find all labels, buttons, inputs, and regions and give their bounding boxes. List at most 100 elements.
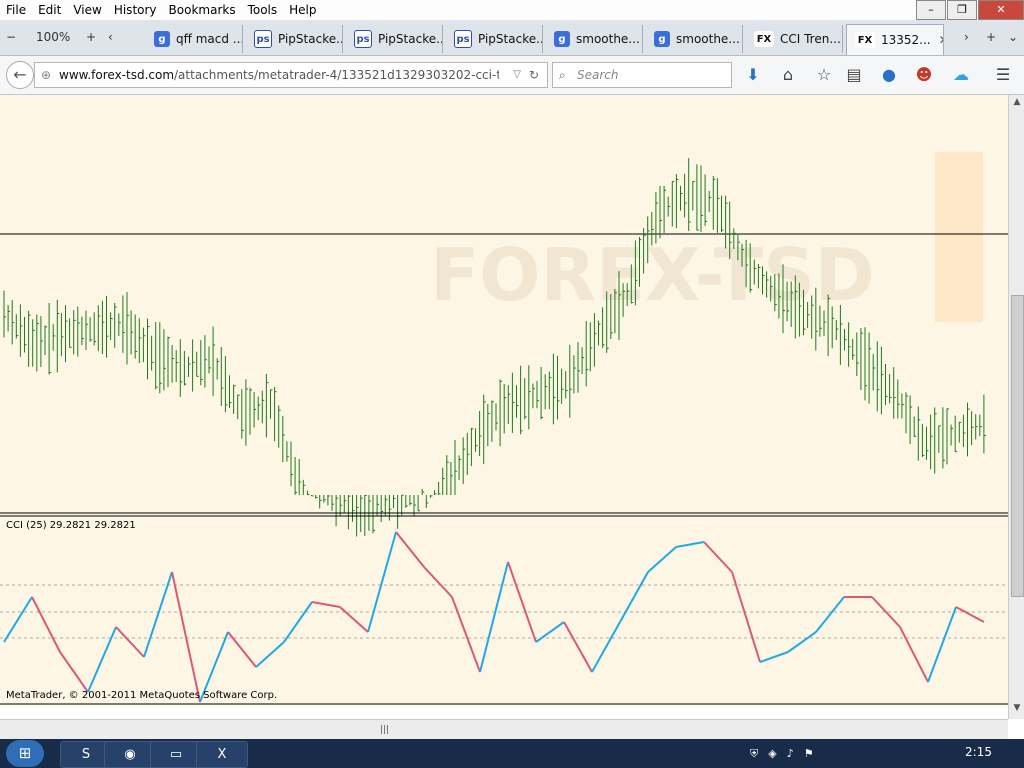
search-input[interactable]: ⌕ Search xyxy=(552,62,732,88)
highlight-box xyxy=(935,152,983,322)
addon-face-icon[interactable]: ☻ xyxy=(913,65,935,85)
home-icon[interactable]: ⌂ xyxy=(777,65,799,85)
cci-segment xyxy=(535,621,565,643)
menu-bookmarks[interactable]: Bookmarks xyxy=(163,3,242,17)
url-bar[interactable]: ⊕ www.forex-tsd.com/attachments/metatrad… xyxy=(34,62,548,88)
clock[interactable]: 2:15 xyxy=(965,745,992,759)
menu-help[interactable]: Help xyxy=(283,3,322,17)
cci-segment xyxy=(955,606,985,623)
menu-view[interactable]: View xyxy=(67,3,107,17)
cci-segment xyxy=(3,596,33,643)
tab-3[interactable]: ps PipStacke... xyxy=(446,25,543,53)
minimize-button[interactable]: – xyxy=(916,0,946,20)
menu-edit[interactable]: Edit xyxy=(32,3,67,17)
cci-segment xyxy=(311,601,341,608)
tab-0[interactable]: g qff macd ... xyxy=(146,25,243,53)
cci-segment xyxy=(367,531,397,633)
cci-segment xyxy=(171,571,201,703)
bookmark-star-icon[interactable]: ☆ xyxy=(813,65,835,85)
addon-icon[interactable]: ● xyxy=(878,65,900,85)
url-text[interactable]: www.forex-tsd.com/attachments/metatrader… xyxy=(59,63,499,87)
tab-2[interactable]: ps PipStacke... xyxy=(346,25,443,53)
taskbar-folder[interactable]: ▭ xyxy=(150,741,202,768)
menu-tools[interactable]: Tools xyxy=(242,3,284,17)
start-button[interactable]: ⊞ xyxy=(6,740,44,767)
cci-segment xyxy=(899,626,929,683)
reload-icon[interactable]: ↻ xyxy=(529,63,539,87)
cci-segment xyxy=(619,571,649,623)
volume-icon[interactable]: ♪ xyxy=(787,747,794,760)
cci-segment xyxy=(703,541,733,573)
zoom-plus-icon[interactable]: + xyxy=(86,27,96,47)
hamburger-menu-icon[interactable]: ☰ xyxy=(992,65,1014,85)
vertical-scroll-thumb[interactable] xyxy=(1011,295,1024,597)
indicator-label: CCI (25) 29.2821 29.2821 xyxy=(6,520,136,531)
tab-5[interactable]: g smoothe... xyxy=(646,25,743,53)
cci-segment xyxy=(87,626,117,693)
cci-segment xyxy=(115,626,145,658)
cci-segment xyxy=(451,596,481,673)
new-tab-button[interactable]: + xyxy=(986,27,996,47)
pipstacker-icon: ps xyxy=(254,30,272,48)
navigation-bar: ← ⊕ www.forex-tsd.com/attachments/metatr… xyxy=(0,56,1024,95)
tab-label: PipStacke... xyxy=(378,32,443,46)
cci-segment xyxy=(675,541,705,548)
cci-segment xyxy=(479,561,509,673)
tab-scroll-left-icon[interactable]: ‹ xyxy=(108,27,113,47)
tab-6[interactable]: FX CCI Tren... xyxy=(746,25,843,53)
cci-segment xyxy=(31,596,61,653)
tab-7[interactable]: FX 13352... ✕ xyxy=(846,24,944,55)
close-tab-icon[interactable]: ✕ xyxy=(939,33,943,47)
menu-history[interactable]: History xyxy=(108,3,163,17)
url-dropdown-icon[interactable]: ▽ xyxy=(513,63,521,87)
tab-label: smoothe... xyxy=(576,32,640,46)
horizontal-scroll-thumb[interactable]: ||| xyxy=(380,725,389,735)
cci-segment xyxy=(339,606,369,633)
vertical-scrollbar[interactable]: ▲ ▼ xyxy=(1008,95,1024,719)
scroll-down-icon[interactable]: ▼ xyxy=(1009,703,1024,717)
scroll-up-icon[interactable]: ▲ xyxy=(1009,97,1024,111)
search-placeholder: Search xyxy=(577,68,619,82)
shield-icon[interactable]: ⛨ xyxy=(750,747,758,761)
tab-1[interactable]: ps PipStacke... xyxy=(246,25,343,53)
tab-label: smoothe... xyxy=(676,32,740,46)
addon-ghost-icon[interactable]: ☁ xyxy=(950,65,972,85)
restore-button[interactable]: ❐ xyxy=(947,0,977,20)
tab-label: 13352... xyxy=(881,33,931,47)
cci-segment xyxy=(815,596,845,633)
cci-segment xyxy=(507,561,537,643)
flag-icon[interactable]: ⚑ xyxy=(804,747,814,760)
chart-image: FOREX-TSD CCI (25) 29.2821 29.2821 MetaT… xyxy=(0,95,1008,706)
taskbar-firefox[interactable]: ◉ xyxy=(104,741,156,768)
zoom-level[interactable]: 100% xyxy=(36,27,70,47)
tab-scroll-right-icon[interactable]: › xyxy=(964,27,969,47)
back-button[interactable]: ← xyxy=(6,61,34,89)
cci-segment xyxy=(759,651,789,663)
network-icon[interactable]: ◈ xyxy=(768,747,776,760)
taskbar-app-x[interactable]: X xyxy=(196,741,248,768)
cci-segment xyxy=(255,641,285,668)
google-icon: g xyxy=(154,31,170,47)
tab-list-icon[interactable]: ⌄ xyxy=(1008,27,1018,47)
taskbar: ⊞ S ◉ ▭ X ⛨ ◈ ♪ ⚑ 2:15 xyxy=(0,739,1024,768)
cci-segment xyxy=(283,601,313,643)
close-window-button[interactable]: ✕ xyxy=(978,0,1024,20)
reading-list-icon[interactable]: ▤ xyxy=(843,65,865,85)
chart-svg: FOREX-TSD CCI (25) 29.2821 29.2821 MetaT… xyxy=(0,152,1008,705)
fx-icon: FX xyxy=(754,31,774,47)
horizontal-scrollbar[interactable]: ||| xyxy=(0,719,1008,740)
download-icon[interactable]: ⬇ xyxy=(742,65,764,85)
cci-segment xyxy=(395,531,425,568)
tab-label: qff macd ... xyxy=(176,32,243,46)
tab-label: CCI Tren... xyxy=(780,32,841,46)
tab-minus-icon[interactable]: − xyxy=(6,27,16,47)
tab-bar: − 100% + ‹ g qff macd ... ps PipStacke... ps… xyxy=(0,20,1024,56)
cci-segment xyxy=(59,651,89,693)
fx-icon: FX xyxy=(855,32,875,48)
price-bars xyxy=(3,158,986,537)
tab-4[interactable]: g smoothe... xyxy=(546,25,643,53)
pipstacker-icon: ps xyxy=(354,30,372,48)
menu-file[interactable]: File xyxy=(0,3,32,17)
google-icon: g xyxy=(554,31,570,47)
cci-segment xyxy=(787,631,817,653)
